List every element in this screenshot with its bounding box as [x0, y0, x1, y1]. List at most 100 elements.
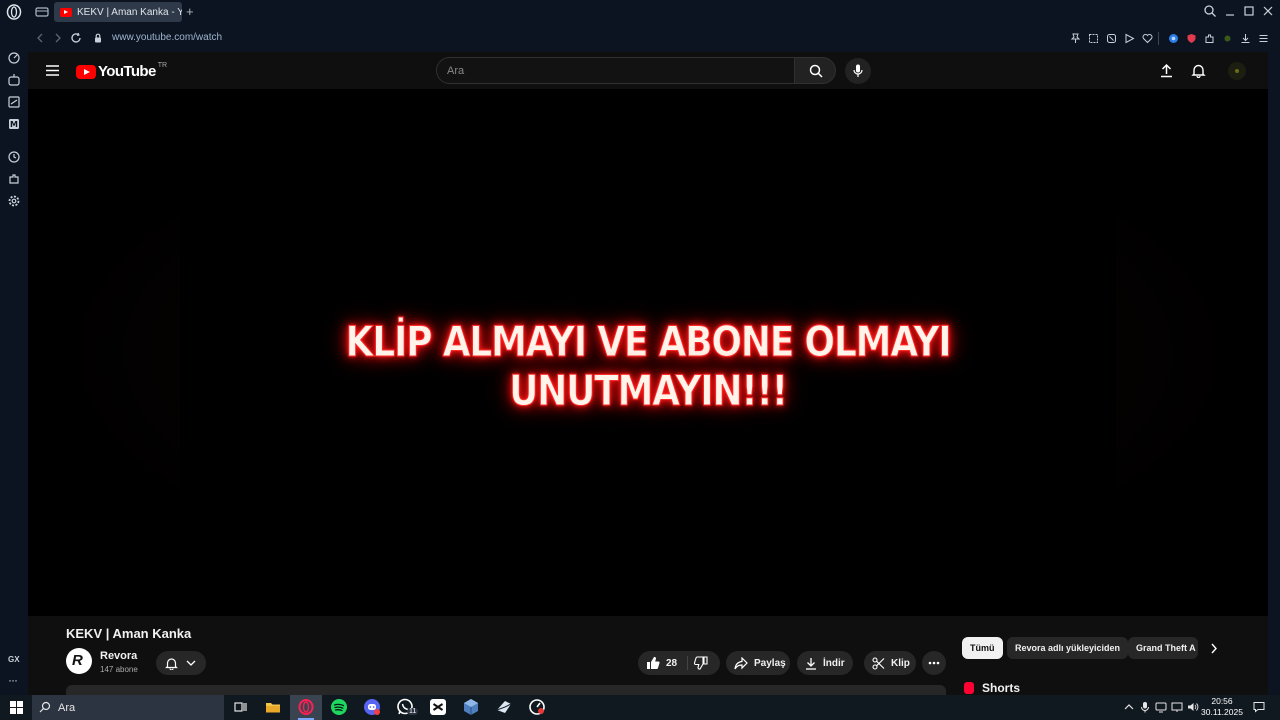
- block-icon[interactable]: [1106, 33, 1117, 44]
- description-box[interactable]: [66, 685, 946, 695]
- tab-islands-icon[interactable]: [35, 6, 49, 18]
- video-banner-text: KLİP ALMAYI VE ABONE OLMAYI UNUTMAYIN!!!: [345, 317, 952, 416]
- microphone-icon: [853, 64, 863, 77]
- favorite-heart-icon[interactable]: [1142, 33, 1153, 44]
- clock-time: 20:56: [1211, 696, 1233, 706]
- notification-center-icon[interactable]: [1253, 701, 1265, 713]
- taskbar-search-icon: [39, 701, 51, 713]
- capcut-icon[interactable]: [429, 698, 447, 716]
- youtube-page: YouTube TR Ara KLİP ALMAYI VE ABONE OLMA…: [28, 52, 1268, 695]
- channel-name[interactable]: Revora: [100, 650, 137, 662]
- youtube-play-logo-icon: [76, 64, 96, 79]
- search-icon: [809, 64, 823, 78]
- address-bar: www.youtube.com/watch: [28, 25, 1280, 52]
- subscriber-count: 147 abone: [100, 665, 138, 674]
- download-arrow-icon: [806, 657, 816, 670]
- search-input[interactable]: Ara: [436, 57, 795, 84]
- menu-hamburger-icon[interactable]: [46, 65, 59, 76]
- shorts-icon: [964, 682, 974, 694]
- new-tab-button[interactable]: +: [186, 4, 194, 19]
- extension-shield-icon[interactable]: [1186, 33, 1197, 44]
- like-thumb-icon[interactable]: [646, 656, 660, 670]
- region-code: TR: [157, 62, 168, 69]
- whatsapp-badge: 11: [407, 708, 419, 715]
- extensions-icon[interactable]: [7, 172, 21, 186]
- maximize-icon[interactable]: [1242, 4, 1256, 18]
- opera-gx-taskbar-icon[interactable]: [297, 698, 315, 716]
- youtube-header: YouTube TR Ara: [28, 52, 1268, 89]
- clip-button[interactable]: Klip: [864, 651, 916, 675]
- bell-icon: [165, 658, 178, 670]
- download-button[interactable]: İndir: [797, 651, 853, 675]
- file-explorer-icon[interactable]: [264, 698, 282, 716]
- player-icon[interactable]: [1124, 33, 1135, 44]
- windows-start-icon[interactable]: [10, 701, 23, 714]
- browser-sidebar: M GX ···: [0, 25, 28, 695]
- url-field[interactable]: www.youtube.com/watch: [112, 32, 222, 43]
- search-tabs-icon[interactable]: [1203, 4, 1217, 18]
- easy-setup-menu-icon[interactable]: [1258, 33, 1269, 44]
- like-dislike-group: 28: [638, 651, 720, 675]
- speed-dial-icon[interactable]: [7, 51, 21, 65]
- taskbar-search-placeholder: Ara: [58, 701, 76, 714]
- download-icon[interactable]: [1240, 33, 1251, 44]
- taskbar-clock[interactable]: 20:56 30.11.2025: [1198, 696, 1246, 718]
- close-icon[interactable]: [1261, 4, 1275, 18]
- steam-icon[interactable]: [495, 698, 513, 716]
- tray-microphone-icon[interactable]: [1139, 701, 1151, 713]
- upload-icon[interactable]: [1159, 63, 1174, 78]
- minimize-icon[interactable]: [1223, 4, 1237, 18]
- share-button[interactable]: Paylaş: [726, 651, 790, 675]
- tray-display-icon[interactable]: [1155, 701, 1167, 713]
- video-player[interactable]: KLİP ALMAYI VE ABONE OLMAYI UNUTMAYIN!!!: [28, 89, 1268, 616]
- taskbar-search-input[interactable]: Ara: [32, 695, 224, 720]
- clock-date: 30.11.2025: [1201, 707, 1243, 717]
- browser-tab-bar: KEKV | Aman Kanka - You +: [0, 0, 1280, 25]
- extensions-puzzle-icon[interactable]: [1204, 33, 1215, 44]
- chip-gta[interactable]: Grand Theft A: [1128, 637, 1198, 659]
- extension-green-icon[interactable]: [1222, 33, 1233, 44]
- app-cube-icon[interactable]: [462, 698, 480, 716]
- subscription-bell-button[interactable]: [156, 651, 206, 675]
- scissors-icon: [872, 656, 885, 670]
- search-button[interactable]: [794, 57, 836, 84]
- task-view-icon[interactable]: [231, 698, 249, 716]
- settings-gear-icon[interactable]: [7, 194, 21, 208]
- extension-blue-icon[interactable]: [1168, 33, 1179, 44]
- back-icon[interactable]: [34, 32, 46, 44]
- discord-icon[interactable]: [363, 698, 381, 716]
- pin-icon[interactable]: [1070, 33, 1081, 44]
- account-avatar[interactable]: [1228, 62, 1246, 80]
- sidebar-more-button[interactable]: ···: [8, 673, 18, 687]
- youtube-logo[interactable]: YouTube TR: [76, 62, 168, 80]
- clip-label: Klip: [891, 657, 910, 669]
- gx-label[interactable]: GX: [8, 655, 20, 664]
- channel-avatar[interactable]: R: [66, 648, 92, 674]
- download-label: İndir: [823, 657, 845, 669]
- lock-icon[interactable]: [92, 32, 104, 44]
- chip-all[interactable]: Tümü: [962, 637, 1003, 659]
- more-actions-button[interactable]: [922, 651, 946, 675]
- opera-logo-icon[interactable]: [6, 4, 22, 20]
- tray-chevron-up-icon[interactable]: [1123, 701, 1135, 713]
- shorts-label: Shorts: [982, 681, 1021, 695]
- messenger-icon[interactable]: M: [7, 117, 21, 131]
- chevron-right-icon[interactable]: [1210, 643, 1218, 654]
- history-icon[interactable]: [7, 150, 21, 164]
- spotify-icon[interactable]: [330, 698, 348, 716]
- tab-youtube[interactable]: KEKV | Aman Kanka - You: [54, 2, 182, 22]
- chip-from-uploader[interactable]: Revora adlı yükleyiciden: [1007, 637, 1129, 659]
- tray-network-icon[interactable]: [1171, 701, 1183, 713]
- snapshot-icon[interactable]: [1088, 33, 1099, 44]
- twitch-icon[interactable]: [7, 95, 21, 109]
- share-label: Paylaş: [754, 657, 786, 669]
- notifications-bell-icon[interactable]: [1191, 63, 1206, 78]
- forward-icon[interactable]: [52, 32, 64, 44]
- shorts-section-title: Shorts: [964, 681, 1020, 695]
- reload-icon[interactable]: [70, 32, 82, 44]
- ai-icon[interactable]: [7, 73, 21, 87]
- svg-text:M: M: [10, 120, 18, 129]
- voice-search-button[interactable]: [845, 58, 871, 84]
- dislike-thumb-icon[interactable]: [694, 656, 708, 670]
- app-gauge-icon[interactable]: [528, 698, 546, 716]
